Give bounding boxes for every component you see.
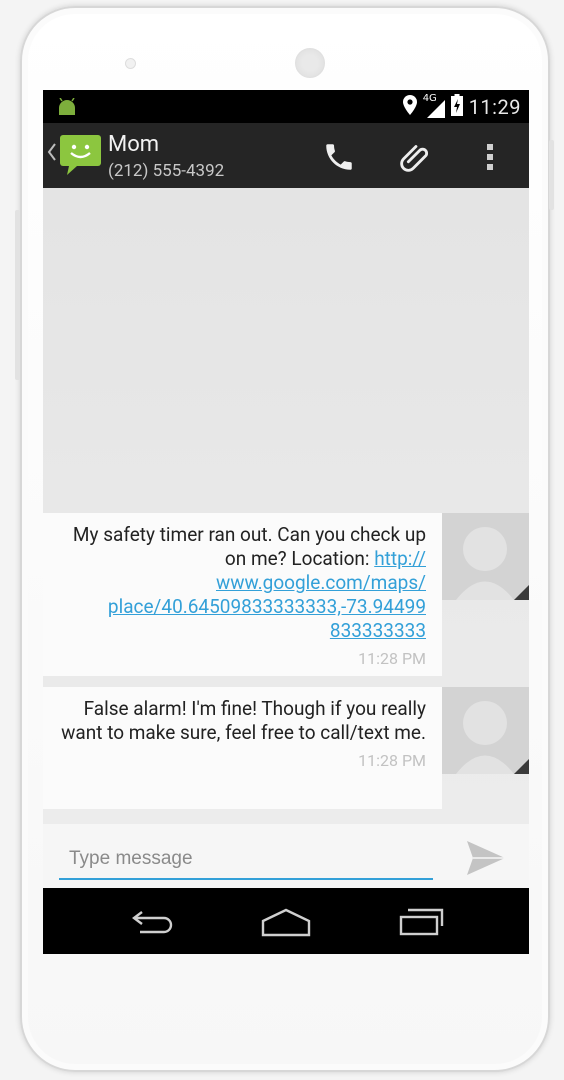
compose-bar [43, 824, 529, 888]
send-icon[interactable] [463, 838, 509, 878]
sms-smiley-icon[interactable] [59, 133, 103, 181]
message-input[interactable] [59, 840, 433, 880]
network-type-label: 4G [422, 93, 437, 104]
power-button [549, 140, 554, 210]
message-text: False alarm! I'm fine! Though if you rea… [61, 697, 426, 744]
system-navigation-bar [43, 888, 529, 954]
overflow-menu-icon[interactable] [470, 137, 510, 177]
signal-4g-icon: 4G [422, 93, 445, 118]
volume-button [15, 210, 20, 380]
contact-number: (212) 555-4392 [108, 161, 225, 181]
message-item[interactable]: My safety timer ran out. Can you check u… [43, 513, 529, 676]
battery-charging-icon [450, 94, 463, 120]
contact-avatar-icon[interactable] [442, 687, 529, 774]
earpiece-speaker [295, 48, 325, 78]
message-bubble: My safety timer ran out. Can you check u… [43, 513, 442, 676]
back-arrow-icon[interactable] [122, 906, 182, 938]
message-timestamp: 11:28 PM [358, 751, 426, 770]
chevron-left-icon[interactable] [47, 141, 57, 167]
message-text: My safety timer ran out. Can you check u… [59, 523, 426, 643]
paperclip-icon[interactable] [395, 137, 435, 177]
message-item[interactable]: False alarm! I'm fine! Though if you rea… [43, 687, 529, 809]
message-timestamp: 11:28 PM [358, 649, 426, 668]
proximity-sensor [125, 58, 136, 69]
message-thread[interactable]: My safety timer ran out. Can you check u… [43, 188, 529, 824]
status-clock: 11:29 [468, 95, 521, 119]
status-bar: 4G 11:29 [43, 90, 529, 123]
conversation-action-bar: Mom (212) 555-4392 [43, 123, 529, 188]
android-notification-icon [57, 97, 77, 120]
contact-avatar-icon[interactable] [442, 513, 529, 600]
phone-screen: 4G 11:29 Mom (212) 555-4392 My safety ti… [43, 90, 529, 954]
bubble-tail [434, 699, 442, 715]
phone-icon[interactable] [319, 137, 359, 177]
status-icons: 4G 11:29 [402, 93, 521, 120]
location-icon [402, 95, 417, 119]
contact-name: Mom [108, 132, 160, 157]
recents-icon[interactable] [391, 906, 451, 938]
bubble-tail [434, 525, 442, 541]
message-bubble: False alarm! I'm fine! Though if you rea… [43, 687, 442, 809]
home-icon[interactable] [256, 906, 316, 938]
